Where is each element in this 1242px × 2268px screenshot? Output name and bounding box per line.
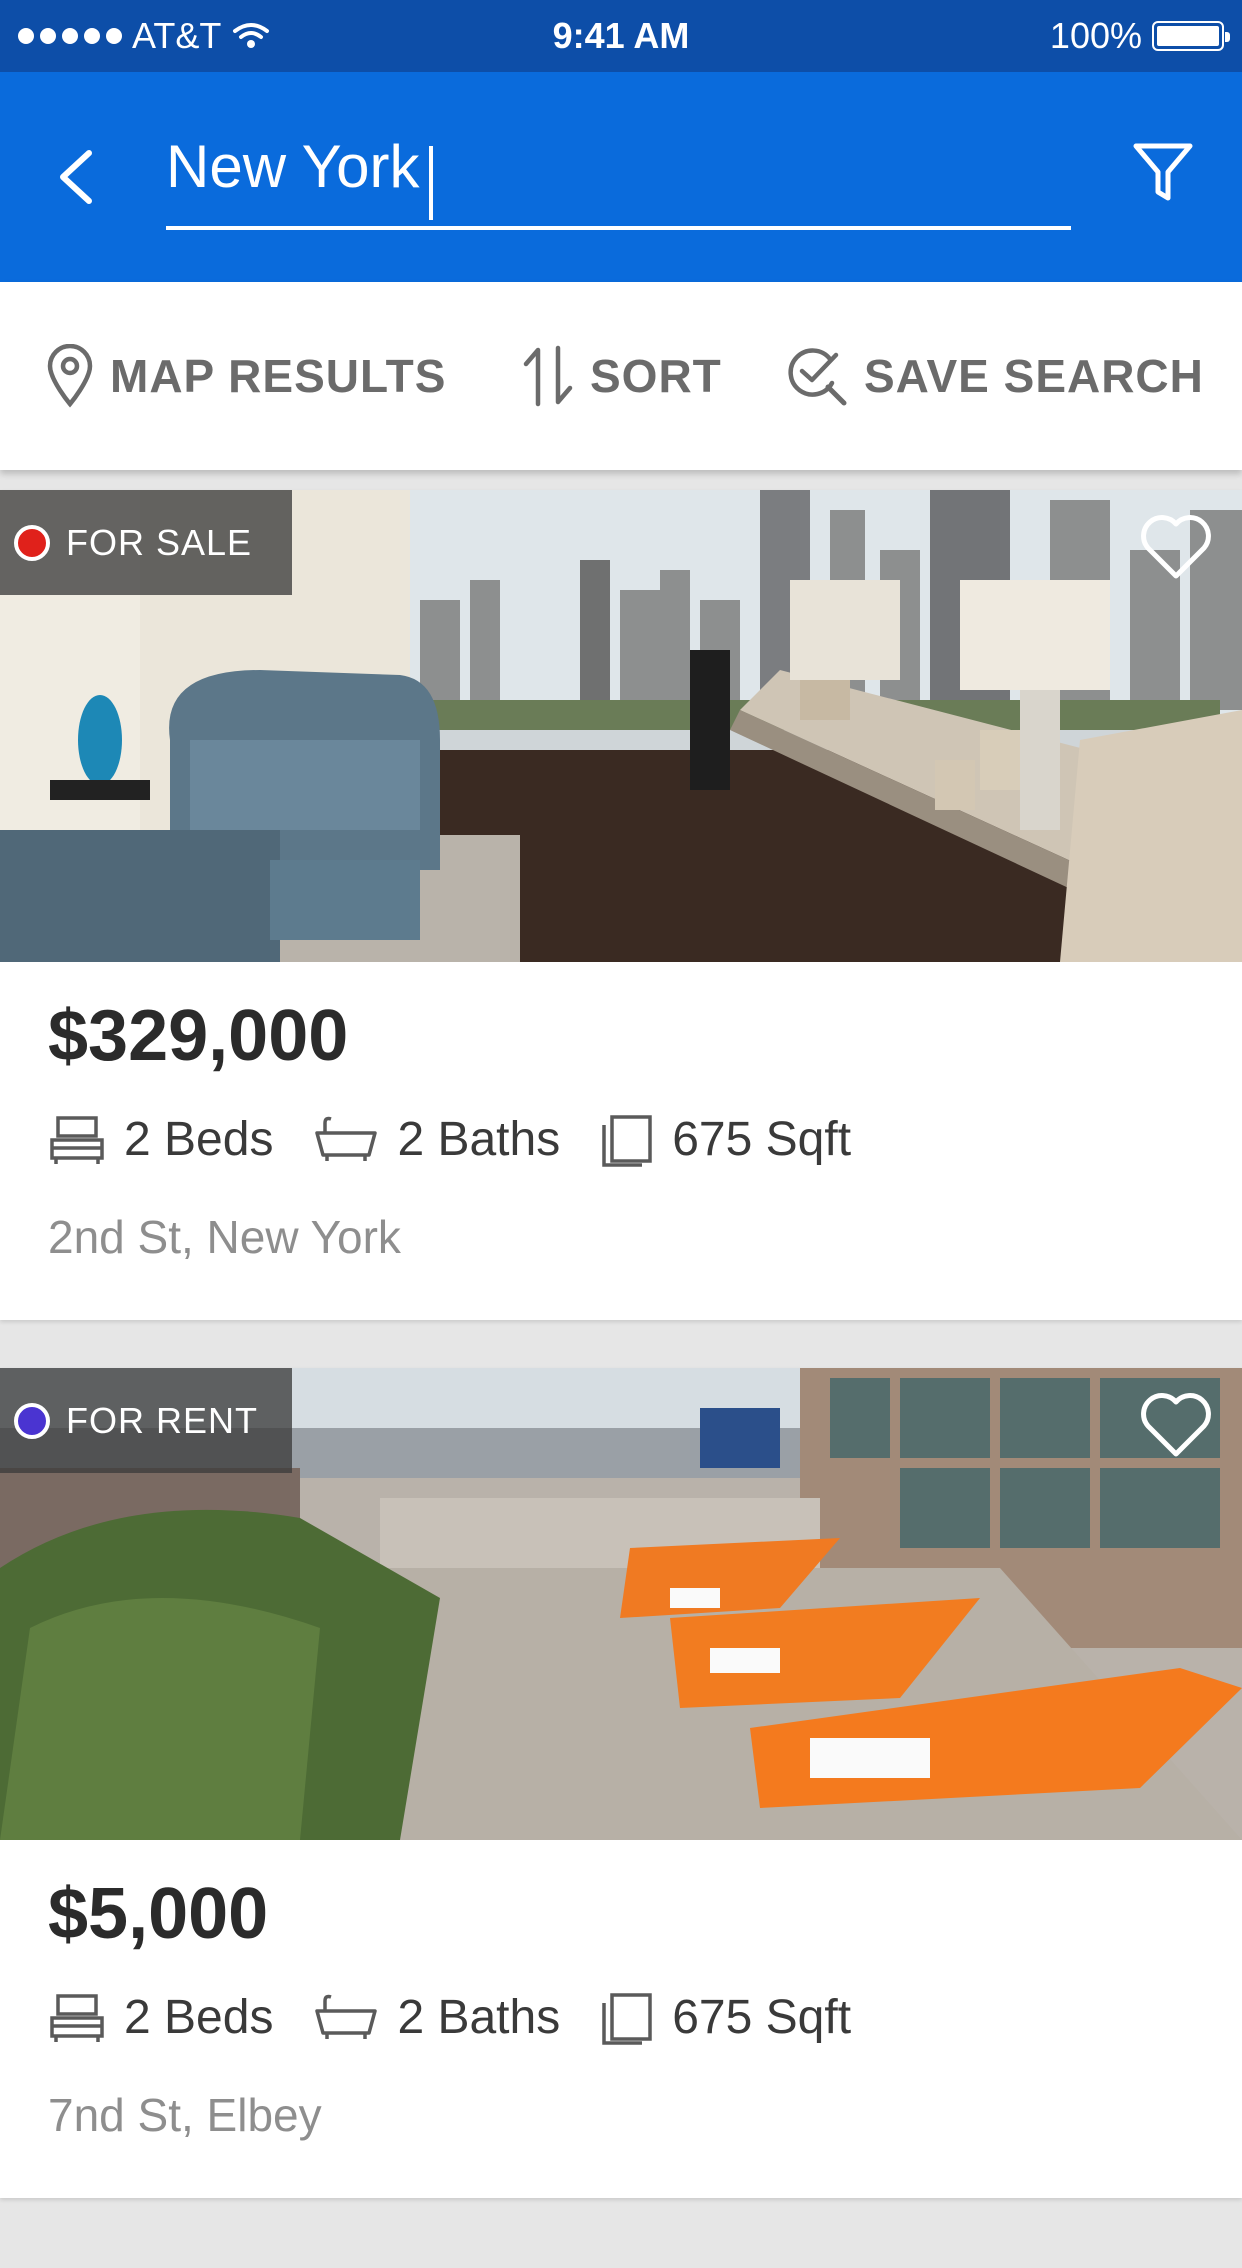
listing-price: $329,000 xyxy=(48,996,349,1076)
listing-card[interactable]: FOR SALE $329,000 2 Beds 2 Baths 675 Sqf… xyxy=(0,490,1242,1320)
listing-address: 2nd St, New York xyxy=(48,1211,401,1263)
bathtub-icon xyxy=(315,1116,378,1161)
sort-label: SORT xyxy=(590,350,722,402)
sort-icon xyxy=(523,345,573,407)
filter-icon xyxy=(1133,143,1193,201)
area-icon xyxy=(602,1114,652,1167)
listing-card[interactable]: FOR RENT $5,000 2 Beds 2 Baths 675 Sqft … xyxy=(0,1368,1242,2198)
status-badge: FOR RENT xyxy=(0,1368,292,1473)
back-button[interactable] xyxy=(40,142,110,212)
save-search-label: SAVE SEARCH xyxy=(864,350,1204,402)
text-cursor xyxy=(429,145,434,220)
baths-spec: 2 Baths xyxy=(313,1990,560,2045)
map-results-label: MAP RESULTS xyxy=(110,350,447,402)
beds-label: 2 Beds xyxy=(124,1991,274,2044)
search-check-icon xyxy=(788,348,847,406)
signal-strength-icon xyxy=(18,28,122,44)
listing-price: $5,000 xyxy=(48,1874,269,1954)
filter-button[interactable] xyxy=(1126,136,1200,210)
chevron-left-icon xyxy=(60,150,92,204)
bathtub-icon xyxy=(315,1994,378,2039)
baths-spec: 2 Baths xyxy=(313,1112,560,1167)
sqft-label: 675 Sqft xyxy=(672,1991,852,2044)
sort-button[interactable]: SORT xyxy=(520,344,722,408)
map-pin-icon xyxy=(47,344,93,408)
baths-label: 2 Baths xyxy=(397,1991,561,2044)
listing-photo[interactable]: FOR SALE xyxy=(0,490,1242,962)
save-search-button[interactable]: SAVE SEARCH xyxy=(786,345,1204,407)
battery-level xyxy=(1157,26,1219,46)
status-right: 100% xyxy=(1049,15,1230,57)
area-icon xyxy=(602,1992,652,2045)
search-field[interactable]: New York xyxy=(166,112,1071,230)
status-badge: FOR SALE xyxy=(0,490,292,595)
search-input[interactable]: New York xyxy=(166,112,419,222)
beds-spec: 2 Beds xyxy=(48,1112,273,1167)
search-header: New York xyxy=(0,72,1242,282)
listing-photo[interactable]: FOR RENT xyxy=(0,1368,1242,1840)
sqft-label: 675 Sqft xyxy=(672,1113,852,1166)
status-left: AT&T xyxy=(18,15,271,57)
status-badge-label: FOR RENT xyxy=(66,1399,258,1441)
battery-icon xyxy=(1152,21,1230,51)
heart-icon[interactable] xyxy=(1138,512,1214,582)
sqft-spec: 675 Sqft xyxy=(600,1112,851,1167)
baths-label: 2 Baths xyxy=(397,1113,561,1166)
bed-icon xyxy=(50,1993,104,2042)
map-results-button[interactable]: MAP RESULTS xyxy=(44,344,446,408)
battery-percent: 100% xyxy=(1049,15,1142,56)
results-toolbar: MAP RESULTS SORT SAVE SEARCH xyxy=(0,282,1242,470)
beds-spec: 2 Beds xyxy=(48,1990,273,2045)
beds-label: 2 Beds xyxy=(124,1113,274,1166)
listing-address: 7nd St, Elbey xyxy=(48,2089,322,2141)
listing-specs: 2 Beds 2 Baths 675 Sqft xyxy=(48,1112,891,1167)
wifi-icon xyxy=(233,23,270,48)
sqft-spec: 675 Sqft xyxy=(600,1990,851,2045)
carrier-label: AT&T xyxy=(132,15,222,56)
status-bar: AT&T 9:41 AM 100% xyxy=(0,0,1242,72)
bed-icon xyxy=(50,1115,104,1164)
for-sale-dot xyxy=(14,524,50,561)
for-rent-dot xyxy=(14,1402,50,1439)
heart-icon[interactable] xyxy=(1138,1390,1214,1460)
listing-specs: 2 Beds 2 Baths 675 Sqft xyxy=(48,1990,891,2045)
status-badge-label: FOR SALE xyxy=(66,521,253,563)
